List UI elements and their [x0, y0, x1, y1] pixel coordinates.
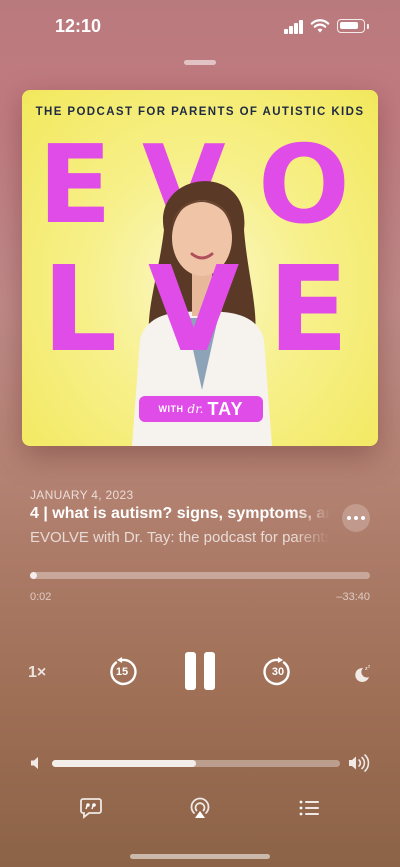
sheet-grabber[interactable]: [184, 60, 216, 65]
artwork-letter-e2: E: [268, 240, 349, 378]
artwork-letter-v2: V: [148, 240, 240, 378]
status-bar: 12:10: [0, 0, 400, 54]
episode-date: JANUARY 4, 2023: [30, 488, 134, 502]
show-name[interactable]: EVOLVE with Dr. Tay: the podcast for par…: [30, 529, 330, 551]
transcript-button[interactable]: [79, 796, 103, 820]
lyrics-transcript-icon: [80, 798, 102, 819]
cellular-signal-icon: [284, 20, 304, 34]
elapsed-time: 0:02: [30, 591, 52, 603]
wifi-icon: [310, 18, 330, 34]
badge-with: WITH: [158, 404, 184, 414]
badge-dr: dr.: [187, 402, 204, 416]
skip-forward-button[interactable]: 30: [263, 657, 293, 687]
more-options-button[interactable]: [342, 504, 370, 532]
remaining-time: –33:40: [336, 591, 370, 603]
skip-back-button[interactable]: 15: [107, 657, 137, 687]
skip-forward-seconds: 30: [271, 666, 285, 678]
artwork-tagline: THE PODCAST FOR PARENTS OF AUTISTIC KIDS: [35, 106, 365, 118]
scrubber-played: [30, 572, 37, 579]
ellipsis-icon: [347, 516, 351, 520]
playback-speed-button[interactable]: 1×: [28, 664, 46, 682]
playback-scrubber[interactable]: [30, 572, 370, 579]
pause-button[interactable]: [182, 652, 218, 692]
skip-back-seconds: 15: [115, 666, 129, 678]
pause-icon: [185, 652, 196, 690]
battery-icon: [337, 19, 369, 33]
volume-level: [52, 760, 196, 767]
status-time: 12:10: [55, 16, 102, 36]
svg-text:z: z: [368, 664, 370, 669]
moon-icon: z z: [355, 664, 370, 682]
podcast-artwork: THE PODCAST FOR PARENTS OF AUTISTIC KIDS…: [22, 90, 378, 446]
volume-low-icon: [30, 755, 44, 771]
volume-slider[interactable]: [52, 760, 340, 767]
sleep-timer-button[interactable]: z z: [352, 664, 372, 684]
home-indicator[interactable]: [130, 854, 270, 859]
airplay-icon: [190, 797, 210, 818]
queue-list-icon: [299, 800, 319, 816]
episode-title[interactable]: 4 | what is autism? signs, symptoms, and: [30, 505, 330, 527]
artwork-host-badge: WITH dr. TAY: [139, 396, 263, 422]
artwork-letter-e: E: [38, 123, 112, 248]
airplay-button[interactable]: [188, 796, 212, 820]
badge-name: TAY: [207, 398, 244, 419]
artwork-letter-l: L: [42, 240, 118, 378]
volume-high-icon: [348, 753, 370, 773]
queue-button[interactable]: [297, 796, 321, 820]
